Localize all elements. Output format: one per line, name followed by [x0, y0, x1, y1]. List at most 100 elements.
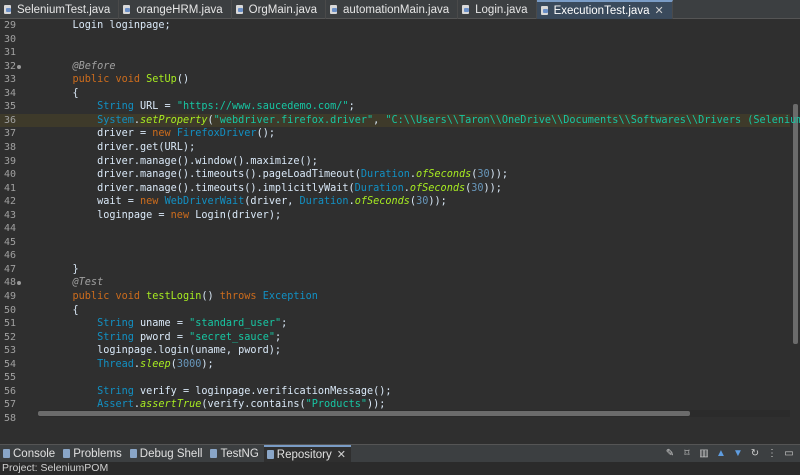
code-line[interactable]: 41 driver.manage().timeouts().implicitly… [0, 182, 790, 196]
code-line[interactable]: 42 wait = new WebDriverWait(driver, Dura… [0, 195, 790, 209]
code-token: ); [201, 358, 214, 370]
code-token: ofSeconds [416, 169, 472, 181]
horizontal-scrollbar-thumb[interactable] [38, 411, 690, 416]
line-number: 40 [4, 169, 17, 181]
panel-tab[interactable]: Problems [60, 445, 127, 463]
code-line[interactable]: 39 driver.manage().window().maximize(); [0, 155, 790, 169]
editor-tab[interactable]: automationMain.java [326, 0, 459, 19]
code-line[interactable]: 37 driver = new FirefoxDriver(); [0, 127, 790, 141]
code-line[interactable]: 46 [0, 249, 790, 263]
vertical-scrollbar-thumb[interactable] [793, 104, 798, 344]
code-token: (driver, [244, 196, 300, 208]
code-token: throws [219, 291, 263, 302]
code-text: } [48, 263, 79, 277]
minimize-icon[interactable]: ▭ [782, 446, 796, 460]
code-line[interactable]: 33 public void SetUp() [0, 73, 790, 87]
code-token: new [152, 128, 177, 140]
code-token: (verify.contains( [201, 399, 306, 411]
code-line[interactable]: 34 { [0, 87, 790, 101]
code-token: assertTrue [140, 399, 202, 411]
code-line[interactable]: 45 [0, 236, 790, 250]
panel-tab-label: Debug Shell [139, 447, 203, 460]
code-token: @Test [48, 277, 104, 289]
code-token: driver.manage().timeouts().pageLoadTimeo… [48, 169, 361, 181]
code-text: public void SetUp() [48, 73, 190, 87]
editor-tab[interactable]: OrgMain.java [232, 0, 327, 19]
code-text: public void testLogin() throws Exception [48, 290, 318, 304]
refresh-icon[interactable]: ↻ [748, 446, 762, 460]
line-number: 34 [4, 87, 17, 99]
line-number: 50 [4, 304, 17, 316]
line-number: 53 [4, 345, 17, 357]
code-line[interactable]: 49 public void testLogin() throws Except… [0, 290, 790, 304]
panel-tab[interactable]: Debug Shell [127, 445, 208, 463]
close-icon[interactable]: ✕ [654, 4, 663, 17]
code-text: driver.manage().window().maximize(); [48, 155, 318, 169]
editor-tab[interactable]: ExecutionTest.java ✕ [536, 0, 673, 19]
line-number: 30 [4, 33, 17, 45]
vertical-scrollbar[interactable] [791, 19, 800, 425]
editor-tab[interactable]: SeleniumTest.java [0, 0, 120, 19]
code-line[interactable]: 35 String URL = "https://www.saucedemo.c… [0, 100, 790, 114]
code-text: driver.get(URL); [48, 141, 195, 155]
code-line[interactable]: 54 Thread.sleep(3000); [0, 358, 790, 372]
edit-icon[interactable]: ✎ [663, 446, 677, 460]
code-line[interactable]: 53 loginpage.login(uname, pword); [0, 344, 790, 358]
code-token: Duration [299, 196, 349, 208]
code-token: SetUp [146, 74, 177, 86]
editor-tab-label: Login.java [475, 3, 528, 16]
editor-tab[interactable]: orangeHRM.java [119, 0, 232, 19]
editor-tab[interactable]: Login.java [458, 0, 537, 19]
code-text: Thread.sleep(3000); [48, 358, 214, 372]
code-text: String verify = loginpage.verificationMe… [48, 385, 391, 399]
code-line[interactable]: 32 @Before [0, 60, 790, 74]
code-token: loginpage.login(uname, pword); [48, 345, 282, 357]
code-token: { [48, 87, 79, 99]
move-down-icon[interactable]: ▼ [731, 446, 745, 460]
code-editor[interactable]: 29 Login loginpage; 30 31 32 @Before 33 publ… [0, 19, 800, 425]
code-line[interactable]: 50 { [0, 304, 790, 318]
code-token: setProperty [140, 114, 208, 126]
code-token: public void [48, 291, 147, 302]
menu-icon[interactable]: ⋮ [765, 446, 779, 460]
line-number: 45 [4, 236, 17, 248]
code-line[interactable]: 40 driver.manage().timeouts().pageLoadTi… [0, 168, 790, 182]
code-line[interactable]: 43 loginpage = new Login(driver); [0, 209, 790, 223]
panel-tab[interactable]: Console [0, 445, 60, 463]
code-line[interactable]: 47 } [0, 263, 790, 277]
code-text: loginpage = new Login(driver); [48, 209, 281, 223]
code-line[interactable]: 36 System.setProperty("webdriver.firefox… [0, 113, 800, 128]
code-line[interactable]: 31 [0, 46, 790, 60]
panel-tab[interactable]: Repository ✕ [263, 444, 351, 463]
code-line[interactable]: 52 String pword = "secret_sauce"; [0, 331, 790, 345]
editor-tab-label: automationMain.java [343, 3, 450, 16]
line-number: 55 [4, 372, 17, 384]
delete-icon[interactable]: ▥ [697, 446, 711, 460]
panel-tab-label: Repository [276, 448, 332, 461]
code-line[interactable]: 30 [0, 33, 790, 47]
problems-icon [63, 449, 71, 458]
code-line[interactable]: 29 Login loginpage; [0, 19, 790, 33]
horizontal-scrollbar[interactable] [38, 410, 790, 417]
code-line[interactable]: 48 @Test [0, 276, 790, 290]
panel-tab[interactable]: TestNG [207, 445, 263, 463]
code-token: Duration [354, 182, 404, 194]
code-line[interactable]: 55 [0, 371, 790, 385]
move-up-icon[interactable]: ▲ [714, 446, 728, 460]
code-text: String uname = "standard_user"; [48, 317, 287, 331]
code-line[interactable]: 56 String verify = loginpage.verificatio… [0, 385, 790, 399]
line-number: 39 [4, 155, 17, 167]
code-line[interactable]: 51 String uname = "standard_user"; [0, 317, 790, 331]
code-line[interactable]: 38 driver.get(URL); [0, 141, 790, 155]
code-token: "webdriver.firefox.driver" [213, 114, 374, 126]
code-token: "secret_sauce" [189, 331, 275, 343]
fold-marker-icon[interactable] [17, 64, 21, 69]
pin-icon[interactable]: ⌑ [680, 446, 694, 460]
code-text: System.setProperty("webdriver.firefox.dr… [48, 114, 800, 128]
code-token: WebDriverWait [164, 196, 245, 208]
code-line[interactable]: 44 [0, 222, 790, 236]
close-icon[interactable]: ✕ [337, 448, 346, 461]
line-number: 38 [4, 141, 17, 153]
line-number: 49 [4, 291, 17, 302]
code-text: driver.manage().timeouts().pageLoadTimeo… [48, 168, 508, 182]
